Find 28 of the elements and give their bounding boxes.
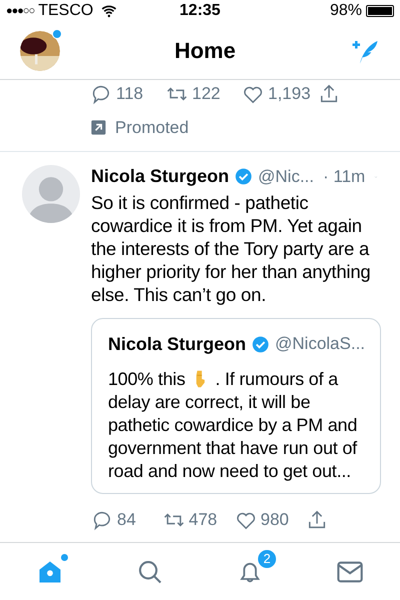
- carrier-name: TESCO: [38, 1, 94, 21]
- quoted-tweet-card[interactable]: Nicola Sturgeon @NicolaS... 100% this . If rumours of a delay are correct, it will be pathetic cowardice by a PM and government that have run out of road and now need to get out...: [91, 318, 381, 494]
- page-title: Home: [174, 37, 236, 65]
- battery-icon: [366, 5, 394, 17]
- action-count: 84: [117, 508, 136, 531]
- action-count: 1,193: [268, 83, 311, 106]
- battery-percentage: 98%: [330, 1, 362, 21]
- speech-bubble-icon[interactable]: [90, 83, 112, 105]
- action-count: 980: [260, 508, 289, 531]
- quote-text: . If rumours of a: [215, 368, 338, 390]
- tweet-text: So it is confirmed - pathetic cowardice it is from PM. Yet again the interests of the Tory party are a higher priority for her than anything else. This can’t go on.: [91, 190, 372, 306]
- quote-text: delay are correct, it will be pathetic cowardice by a PM and government that have run out of road and now need to get out...: [108, 390, 358, 482]
- wifi-icon: [101, 3, 118, 19]
- author-handle: @NicolaS...: [275, 333, 366, 356]
- action-count: 122: [192, 83, 220, 106]
- share-icon[interactable]: [318, 83, 340, 105]
- action-count: 478: [188, 508, 218, 531]
- author-name: Nicola Sturgeon: [108, 332, 246, 356]
- author-name[interactable]: Nicola Sturgeon: [91, 163, 230, 190]
- clock: 12:35: [180, 1, 220, 21]
- promoted-icon: [90, 119, 107, 136]
- action-count: 118: [116, 83, 144, 106]
- author-handle: @Nic...: [258, 166, 314, 188]
- tweet-time: · 11m: [323, 166, 366, 188]
- notification-badge: 2: [257, 548, 277, 568]
- signal-strength: ●●●○○: [6, 4, 34, 19]
- promoted-label: Promoted: [115, 117, 189, 139]
- quote-text: 100% this: [108, 368, 186, 390]
